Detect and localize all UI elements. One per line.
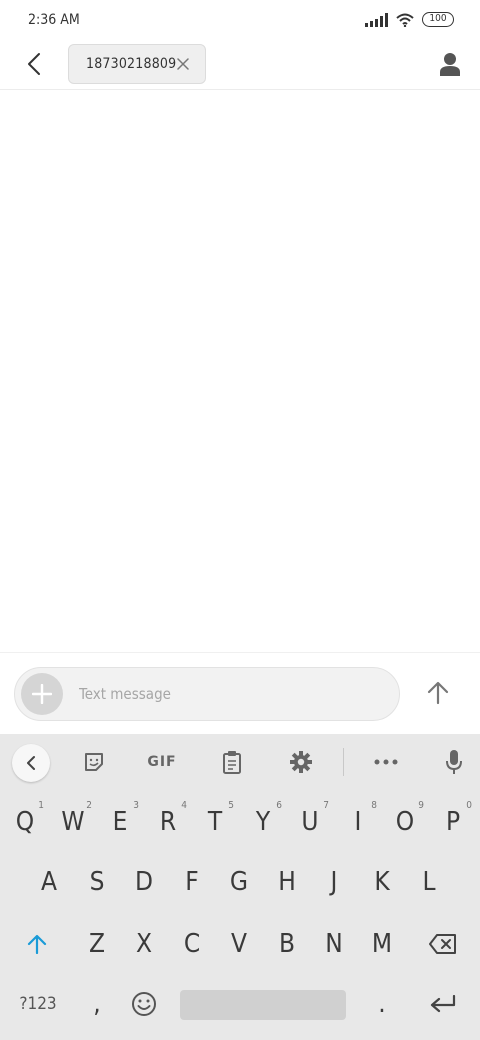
key-v[interactable]: V bbox=[216, 918, 262, 970]
status-time: 2:36 AM bbox=[28, 12, 80, 28]
recipient-chip[interactable]: 18730218809 bbox=[68, 44, 206, 84]
status-bar: 2:36 AM 100 bbox=[0, 0, 480, 44]
signal-icon bbox=[365, 12, 388, 27]
backspace-key[interactable] bbox=[410, 918, 476, 970]
backspace-icon bbox=[429, 934, 456, 954]
key-n[interactable]: N bbox=[311, 918, 357, 970]
key-period[interactable]: . bbox=[359, 978, 405, 1030]
key-l[interactable]: L bbox=[406, 856, 452, 908]
compose-box bbox=[14, 667, 400, 721]
keyboard-toolbar: GIF bbox=[0, 734, 480, 790]
toolbar-divider bbox=[343, 748, 344, 776]
key-comma[interactable]: , bbox=[74, 978, 120, 1030]
enter-icon bbox=[430, 995, 456, 1013]
key-h[interactable]: H bbox=[264, 856, 310, 908]
conversation-header: 18730218809 bbox=[0, 44, 480, 90]
key-u[interactable]: U7 bbox=[287, 796, 333, 848]
key-d[interactable]: D bbox=[121, 856, 167, 908]
status-icons: 100 bbox=[365, 12, 454, 27]
key-o[interactable]: O9 bbox=[382, 796, 428, 848]
sticker-icon bbox=[85, 753, 103, 771]
key-f[interactable]: F bbox=[169, 856, 215, 908]
mic-icon bbox=[446, 750, 462, 774]
message-input[interactable] bbox=[79, 681, 379, 707]
emoji-icon bbox=[132, 992, 156, 1016]
emoji-key[interactable] bbox=[121, 978, 167, 1030]
key-w[interactable]: W2 bbox=[50, 796, 96, 848]
keyboard: GIF Q 1 W 2 E 3 R 4 T 5 Y 6 U 7 I 8 O 9 … bbox=[0, 734, 480, 1040]
send-button[interactable] bbox=[420, 675, 456, 711]
key-g[interactable]: G bbox=[216, 856, 262, 908]
key-e[interactable]: E3 bbox=[97, 796, 143, 848]
shift-icon bbox=[27, 934, 47, 954]
more-icon bbox=[374, 759, 398, 765]
gif-button[interactable]: GIF bbox=[144, 744, 180, 780]
sticker-button[interactable] bbox=[76, 744, 112, 780]
more-button[interactable] bbox=[368, 744, 404, 780]
key-y[interactable]: Y6 bbox=[240, 796, 286, 848]
chevron-left-icon bbox=[27, 756, 35, 770]
key-z[interactable]: Z bbox=[74, 918, 120, 970]
chevron-left-icon bbox=[28, 53, 40, 75]
clipboard-button[interactable] bbox=[214, 744, 250, 780]
key-t[interactable]: T5 bbox=[192, 796, 238, 848]
key-x[interactable]: X bbox=[121, 918, 167, 970]
arrow-up-icon bbox=[427, 681, 449, 705]
message-list bbox=[0, 91, 480, 651]
close-icon bbox=[177, 58, 189, 70]
key-a[interactable]: A bbox=[26, 856, 72, 908]
key-m[interactable]: M bbox=[359, 918, 405, 970]
key-k[interactable]: K bbox=[359, 856, 405, 908]
key-i[interactable]: I8 bbox=[335, 796, 381, 848]
settings-button[interactable] bbox=[283, 744, 319, 780]
back-button[interactable] bbox=[18, 48, 50, 80]
recipient-number: 18730218809 bbox=[86, 56, 177, 72]
wifi-icon bbox=[396, 13, 414, 27]
key-c[interactable]: C bbox=[169, 918, 215, 970]
key-q[interactable]: Q1 bbox=[2, 796, 48, 848]
person-icon bbox=[440, 53, 460, 76]
compose-bar bbox=[0, 652, 480, 734]
symbols-key[interactable]: ?123 bbox=[6, 978, 70, 1030]
attach-button[interactable] bbox=[21, 673, 63, 715]
clipboard-icon bbox=[223, 751, 241, 774]
plus-icon bbox=[32, 684, 52, 704]
keyboard-collapse-button[interactable] bbox=[12, 744, 50, 782]
add-contact-button[interactable] bbox=[434, 48, 466, 80]
key-r[interactable]: R4 bbox=[145, 796, 191, 848]
enter-key[interactable] bbox=[410, 978, 476, 1030]
key-s[interactable]: S bbox=[74, 856, 120, 908]
voice-input-button[interactable] bbox=[436, 744, 472, 780]
shift-key[interactable] bbox=[2, 918, 72, 970]
key-b[interactable]: B bbox=[264, 918, 310, 970]
key-j[interactable]: J bbox=[311, 856, 357, 908]
gear-icon bbox=[290, 751, 312, 773]
remove-recipient-button[interactable] bbox=[175, 56, 191, 72]
battery-icon: 100 bbox=[422, 12, 454, 27]
space-key[interactable] bbox=[180, 990, 346, 1020]
key-p[interactable]: P0 bbox=[430, 796, 476, 848]
